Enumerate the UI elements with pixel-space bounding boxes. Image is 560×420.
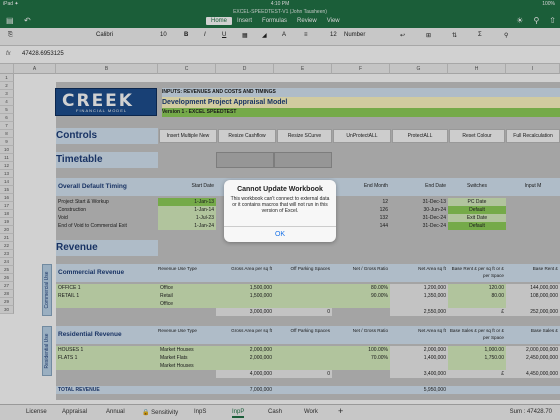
ok-button[interactable]: OK: [224, 226, 336, 242]
dialog-message: This workbook can't connect to external …: [230, 196, 330, 214]
dialog-title: Cannot Update Workbook: [237, 186, 323, 193]
cannot-update-dialog: Cannot Update Workbook This workbook can…: [224, 180, 336, 242]
